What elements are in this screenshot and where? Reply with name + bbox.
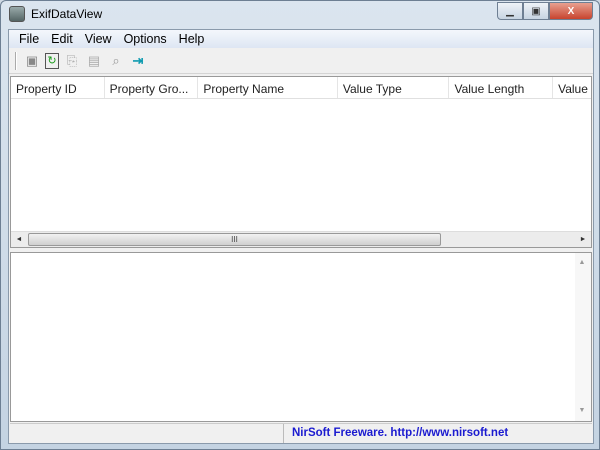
menu-edit[interactable]: Edit — [45, 32, 79, 46]
maximize-button[interactable]: ▣ — [523, 2, 549, 20]
column-property-name[interactable]: Property Name — [198, 77, 338, 98]
scroll-up-arrow[interactable]: ▲ — [575, 256, 589, 270]
scroll-thumb[interactable]: III — [28, 233, 441, 246]
close-button[interactable]: X — [549, 2, 593, 20]
app-icon — [9, 6, 25, 22]
menu-bar: File Edit View Options Help — [9, 30, 593, 48]
menu-options[interactable]: Options — [118, 32, 173, 46]
details-pane[interactable]: ▲ ▼ — [10, 252, 592, 422]
menu-file[interactable]: File — [13, 32, 45, 46]
exit-icon[interactable]: ⇥ — [129, 52, 147, 70]
minimize-button[interactable]: ▁ — [497, 2, 523, 20]
scroll-right-arrow[interactable]: ► — [576, 233, 590, 247]
property-list[interactable]: Property ID Property Gro... Property Nam… — [10, 76, 592, 248]
refresh-icon[interactable]: ↻ — [45, 52, 59, 69]
window-title: ExifDataView — [31, 7, 103, 21]
status-bar: NirSoft Freeware. http://www.nirsoft.net — [10, 423, 592, 443]
horizontal-scrollbar[interactable]: ◄ III ► — [11, 231, 591, 247]
client-area: File Edit View Options Help ▣ ↻ ⎘ ▤ ⌕ ⇥ … — [8, 29, 594, 444]
scroll-left-arrow[interactable]: ◄ — [12, 233, 26, 247]
toolbar-grip — [15, 51, 17, 70]
toolbar: ▣ ↻ ⎘ ▤ ⌕ ⇥ — [9, 48, 593, 74]
list-header: Property ID Property Gro... Property Nam… — [11, 77, 591, 99]
vertical-scrollbar[interactable]: ▲ ▼ — [575, 253, 591, 421]
column-property-id[interactable]: Property ID — [11, 77, 105, 98]
scroll-down-arrow[interactable]: ▼ — [575, 404, 589, 418]
copy-icon[interactable]: ⎘ — [63, 52, 81, 70]
status-panel — [10, 424, 284, 443]
window-frame: ExifDataView ▁ ▣ X File Edit View Option… — [0, 0, 600, 450]
find-icon[interactable]: ⌕ — [107, 52, 125, 70]
menu-help[interactable]: Help — [173, 32, 211, 46]
column-property-group[interactable]: Property Gro... — [105, 77, 199, 98]
properties-icon[interactable]: ▤ — [85, 52, 103, 70]
column-value-type[interactable]: Value Type — [338, 77, 450, 98]
nirsoft-link[interactable]: NirSoft Freeware. http://www.nirsoft.net — [284, 424, 516, 443]
save-icon[interactable]: ▣ — [23, 52, 41, 70]
column-value-length[interactable]: Value Length — [449, 77, 554, 98]
menu-view[interactable]: View — [79, 32, 118, 46]
column-value[interactable]: Value — [553, 77, 591, 98]
